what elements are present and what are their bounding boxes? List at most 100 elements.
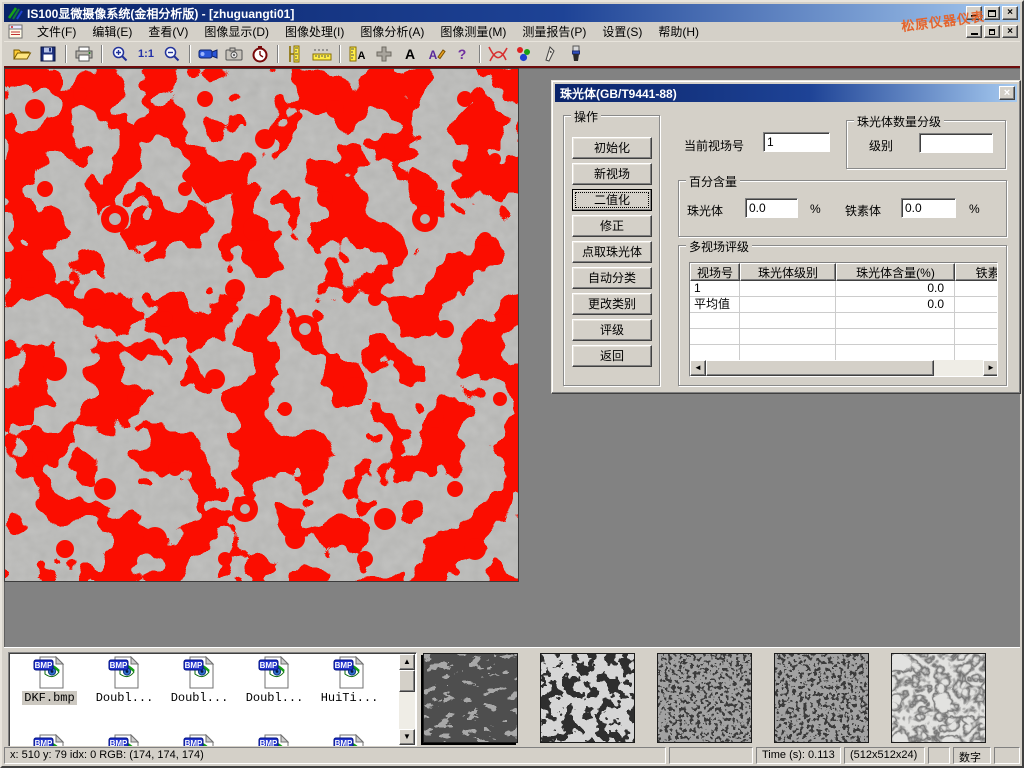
file-item[interactable]: Doubl... bbox=[87, 656, 162, 705]
menu-item[interactable]: 图像测量(M) bbox=[432, 21, 514, 42]
menu-item[interactable]: 文件(F) bbox=[29, 21, 84, 42]
micrograph-image bbox=[5, 69, 518, 581]
file-item[interactable]: Doubl... bbox=[237, 656, 312, 705]
rating-table-column-header[interactable]: 视场号 bbox=[690, 263, 740, 281]
mdi-restore-button[interactable] bbox=[984, 25, 1000, 38]
file-name: Doubl... bbox=[169, 691, 231, 705]
actual-size-icon[interactable]: 1:1 bbox=[133, 43, 159, 65]
file-item[interactable]: HuiTi... bbox=[312, 656, 387, 705]
dialog-title-bar[interactable]: 珠光体(GB/T9441-88) × bbox=[555, 84, 1017, 102]
measure-text-icon[interactable]: A bbox=[345, 43, 371, 65]
operation-button[interactable]: 初始化 bbox=[572, 137, 652, 159]
maximize-button[interactable] bbox=[984, 6, 1000, 20]
bmp-file-icon bbox=[183, 656, 216, 689]
operation-button[interactable]: 点取珠光体 bbox=[572, 241, 652, 263]
camcorder-icon[interactable] bbox=[195, 43, 221, 65]
print-icon[interactable] bbox=[71, 43, 97, 65]
ruler-icon[interactable] bbox=[309, 43, 335, 65]
table-row[interactable] bbox=[690, 345, 998, 361]
menu-item[interactable]: 帮助(H) bbox=[650, 21, 707, 42]
text-icon[interactable]: A bbox=[397, 43, 423, 65]
operation-button[interactable]: 更改类别 bbox=[572, 293, 652, 315]
caliper-icon[interactable] bbox=[283, 43, 309, 65]
rating-table-column-header[interactable]: 珠光体级别 bbox=[740, 263, 836, 281]
menu-item[interactable]: 图像分析(A) bbox=[352, 21, 432, 42]
rating-table-column-header[interactable]: 铁素体含量(%) bbox=[955, 263, 998, 281]
svg-text:A: A bbox=[429, 48, 438, 62]
zoom-out-icon[interactable] bbox=[159, 43, 185, 65]
toolbar-separator bbox=[101, 45, 103, 63]
file-name: Doubl... bbox=[244, 691, 306, 705]
rating-table-group-label: 多视场评级 bbox=[686, 238, 752, 255]
operation-button[interactable]: 二值化 bbox=[572, 189, 652, 211]
menu-item[interactable]: 设置(S) bbox=[594, 21, 650, 42]
scrollbar-thumb[interactable] bbox=[399, 670, 415, 692]
move-icon[interactable] bbox=[371, 43, 397, 65]
pearlite-percent-input[interactable] bbox=[745, 198, 798, 218]
micrograph-thumb-5[interactable] bbox=[891, 653, 986, 743]
ferrite-percent-input[interactable] bbox=[901, 198, 956, 218]
file-name: Doubl... bbox=[94, 691, 156, 705]
scroll-left-button[interactable]: ◄ bbox=[690, 360, 706, 376]
menu-item[interactable]: 查看(V) bbox=[140, 21, 196, 42]
close-button[interactable]: × bbox=[1002, 6, 1018, 20]
open-icon[interactable] bbox=[9, 43, 35, 65]
ferrite-label: 铁素体 bbox=[845, 202, 881, 219]
operation-button[interactable]: 返回 bbox=[572, 345, 652, 367]
table-horizontal-scrollbar[interactable]: ◄ ► bbox=[690, 360, 998, 376]
operation-button[interactable]: 评级 bbox=[572, 319, 652, 341]
rating-table-column-header[interactable]: 珠光体含量(%) bbox=[836, 263, 955, 281]
grade-input[interactable] bbox=[919, 133, 993, 153]
operation-button[interactable]: 新视场 bbox=[572, 163, 652, 185]
menu-item[interactable]: 编辑(E) bbox=[84, 21, 140, 42]
scrollbar-track[interactable] bbox=[934, 360, 983, 376]
file-name: DKF.bmp bbox=[22, 691, 76, 705]
rating-table-group: 多视场评级 视场号珠光体级别珠光体含量(%)铁素体含量(%) 1 0.0 bbox=[678, 245, 1007, 386]
dialog-close-button[interactable]: × bbox=[999, 86, 1015, 100]
mdi-close-button[interactable]: × bbox=[1002, 25, 1018, 38]
table-row[interactable] bbox=[690, 313, 998, 329]
micrograph-viewport[interactable] bbox=[4, 68, 519, 582]
scroll-right-button[interactable]: ► bbox=[983, 360, 998, 376]
menu-item[interactable]: 测量报告(P) bbox=[514, 21, 594, 42]
close-icon: × bbox=[1007, 7, 1013, 19]
save-icon[interactable] bbox=[35, 43, 61, 65]
curve-tool-icon[interactable] bbox=[485, 43, 511, 65]
timer-icon[interactable] bbox=[247, 43, 273, 65]
file-list-scrollbar[interactable]: ▲ ▼ bbox=[399, 654, 415, 745]
classify-icon[interactable] bbox=[511, 43, 537, 65]
scroll-down-button[interactable]: ▼ bbox=[399, 729, 415, 745]
micrograph-thumb-4[interactable] bbox=[774, 653, 869, 743]
table-row[interactable]: 1 0.0 bbox=[690, 281, 998, 297]
pearlite-dialog: 珠光体(GB/T9441-88) × 操作 初始化新视场二值化修正点取珠光体自动… bbox=[551, 80, 1021, 394]
file-item[interactable]: Doubl... bbox=[162, 656, 237, 705]
edit-text-icon[interactable]: A bbox=[423, 43, 449, 65]
current-field-input[interactable] bbox=[763, 132, 830, 152]
scrollbar-track[interactable] bbox=[399, 692, 415, 729]
toolbar-separator bbox=[277, 45, 279, 63]
help-icon[interactable]: ? bbox=[449, 43, 475, 65]
menu-item[interactable]: 图像处理(I) bbox=[277, 21, 352, 42]
zoom-in-icon[interactable] bbox=[107, 43, 133, 65]
rating-table[interactable]: 视场号珠光体级别珠光体含量(%)铁素体含量(%) 1 0.0 平均值 bbox=[689, 262, 998, 377]
mdi-restore-icon bbox=[989, 29, 995, 35]
operation-button[interactable]: 修正 bbox=[572, 215, 652, 237]
camera-icon[interactable] bbox=[221, 43, 247, 65]
table-row[interactable] bbox=[690, 329, 998, 345]
table-row[interactable]: 平均值 0.0 bbox=[690, 297, 998, 313]
micrograph-thumb-1[interactable] bbox=[423, 653, 518, 743]
file-list: DKF.bmp Doubl... Doubl... Doubl. bbox=[8, 652, 417, 747]
time-status: Time (s): 0.113 bbox=[756, 747, 841, 764]
image-size-status: (512x512x24) bbox=[844, 747, 925, 764]
operation-button[interactable]: 自动分类 bbox=[572, 267, 652, 289]
micrograph-thumb-3[interactable] bbox=[657, 653, 752, 743]
operations-group-label: 操作 bbox=[571, 108, 601, 125]
scroll-up-button[interactable]: ▲ bbox=[399, 654, 415, 670]
menu-item[interactable]: 图像显示(D) bbox=[196, 21, 277, 42]
brush-tool-icon[interactable] bbox=[563, 43, 589, 65]
file-item[interactable]: DKF.bmp bbox=[12, 656, 87, 705]
scrollbar-thumb[interactable] bbox=[706, 360, 934, 376]
micrograph-thumb-2[interactable] bbox=[540, 653, 635, 743]
pen-tool-icon[interactable] bbox=[537, 43, 563, 65]
title-bar: IS100显微摄像系统(金相分析版) - [zhuguangti01] × bbox=[4, 4, 1020, 22]
